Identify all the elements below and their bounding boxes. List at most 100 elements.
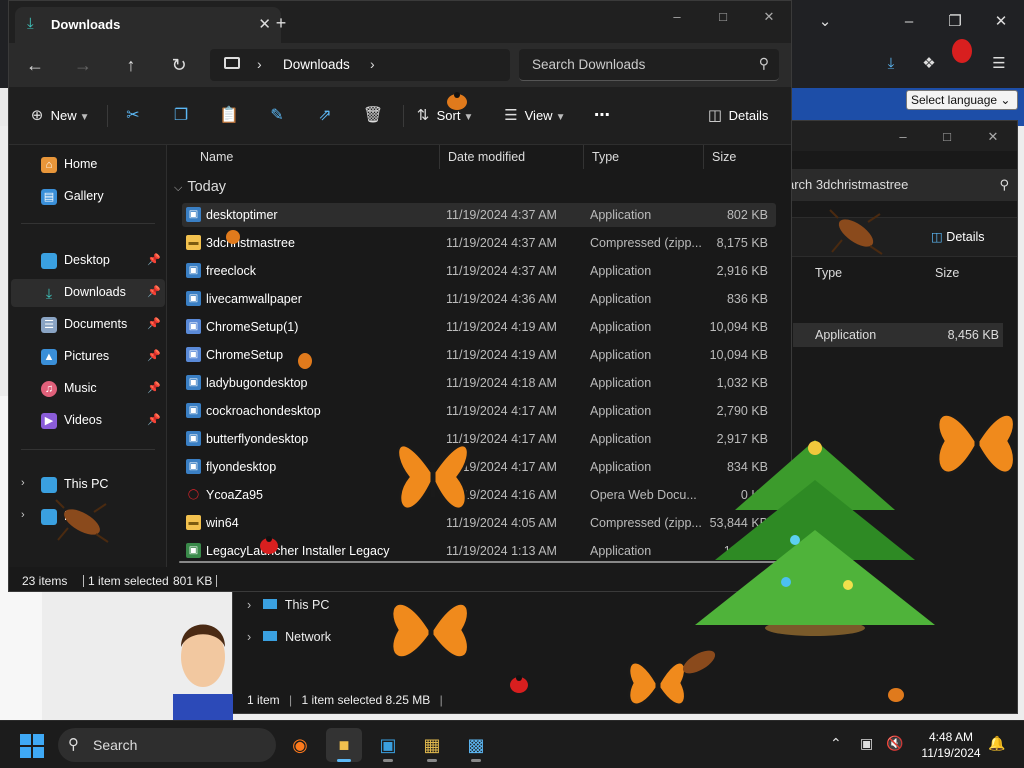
- up-icon[interactable]: ↑: [115, 51, 147, 79]
- column-header-size[interactable]: Size: [704, 145, 784, 169]
- more-options-icon[interactable]: ⋯: [590, 105, 614, 127]
- sidebar-item-this-pc[interactable]: › This PC: [11, 471, 165, 499]
- view-button[interactable]: ☰ View ▼: [501, 105, 565, 127]
- restore-icon[interactable]: ❐: [940, 8, 970, 36]
- column-header-size[interactable]: Size: [935, 266, 959, 286]
- details-button[interactable]: ◫ Details: [705, 105, 768, 127]
- breadcrumb[interactable]: Downloads: [283, 57, 350, 72]
- chevron-up-icon[interactable]: ⌃: [830, 735, 842, 752]
- back-icon[interactable]: ←: [19, 51, 51, 79]
- minimize-icon[interactable]: –: [657, 5, 697, 29]
- minimize-icon[interactable]: –: [894, 8, 924, 36]
- table-row[interactable]: ▣ butterflyondesktop 11/19/2024 4:17 AM App…: [182, 427, 776, 451]
- vertical-scrollbar[interactable]: [791, 161, 792, 371]
- table-row[interactable]: ▣ flyondesktop 11/19/2024 4:17 AM Applicati…: [182, 455, 776, 479]
- share-icon[interactable]: ⇗: [313, 105, 337, 127]
- sidebar-item-videos[interactable]: ▶ Videos 📌: [11, 407, 165, 435]
- notification-bell-icon[interactable]: 🔔: [988, 735, 1005, 752]
- firefox-icon[interactable]: ◉: [282, 728, 318, 762]
- details-button[interactable]: ◫ Details: [931, 229, 985, 244]
- download-icon[interactable]: ⤓: [876, 50, 906, 78]
- ladybug-image[interactable]: [296, 350, 314, 370]
- sidebar-item-pictures[interactable]: ▲ Pictures 📌: [11, 343, 165, 371]
- new-tab-button[interactable]: +: [269, 11, 293, 35]
- cut-icon[interactable]: ✂: [121, 105, 145, 127]
- column-header-date-modified[interactable]: Date modified: [440, 145, 584, 169]
- cockroach-image[interactable]: [54, 498, 110, 546]
- new-button[interactable]: ⊕ New ▼: [27, 105, 90, 127]
- pin-icon[interactable]: 📌: [147, 349, 161, 362]
- menu-icon[interactable]: ☰: [984, 50, 1014, 78]
- extensions-icon[interactable]: ❖: [914, 50, 944, 78]
- ladybug-image[interactable]: [508, 674, 530, 694]
- table-row[interactable]: ▣ freeclock 11/19/2024 4:37 AM Application 2…: [182, 259, 776, 283]
- close-icon[interactable]: ✕: [749, 5, 789, 29]
- ladybug-image[interactable]: [224, 228, 242, 246]
- cockroach-image[interactable]: [828, 208, 884, 258]
- search-input[interactable]: Search Downloads ⚲: [519, 49, 779, 81]
- language-select[interactable]: Select language ⌄: [906, 90, 1018, 110]
- table-row[interactable]: Application 8,456 KB: [793, 323, 1003, 347]
- pin-icon[interactable]: 📌: [147, 317, 161, 330]
- file-explorer-icon[interactable]: ■: [326, 728, 362, 762]
- sidebar-item-downloads[interactable]: ⤓ Downloads 📌: [11, 279, 165, 307]
- cockroach-image[interactable]: [674, 640, 724, 684]
- table-row[interactable]: ▣ desktoptimer 11/19/2024 4:37 AM Applicati…: [182, 203, 776, 227]
- chevron-right-icon[interactable]: ›: [21, 509, 25, 521]
- sidebar-item-home[interactable]: ⌂ Home: [11, 151, 165, 179]
- refresh-icon[interactable]: ↻: [163, 51, 195, 79]
- delete-icon[interactable]: 🗑: [361, 105, 385, 127]
- ladybug-image[interactable]: [950, 36, 974, 66]
- start-button[interactable]: [20, 734, 44, 758]
- sidebar-item-gallery[interactable]: ▤ Gallery: [11, 183, 165, 211]
- search-input[interactable]: arch 3dchristmastree ⚲: [781, 169, 1017, 201]
- system-clock[interactable]: 4:48 AM 11/19/2024: [918, 729, 984, 761]
- butterfly-image[interactable]: [382, 585, 478, 675]
- copy-icon[interactable]: ❐: [169, 105, 193, 127]
- chevron-right-icon[interactable]: ›: [21, 477, 25, 489]
- paste-icon[interactable]: 📋: [217, 105, 241, 127]
- close-icon[interactable]: ✕: [973, 125, 1013, 149]
- table-row[interactable]: ▣ ChromeSetup 11/19/2024 4:19 AM Applicatio…: [182, 343, 776, 367]
- sidebar-item-desktop[interactable]: Desktop 📌: [11, 247, 165, 275]
- pin-icon[interactable]: 📌: [147, 253, 161, 266]
- forward-icon[interactable]: →: [67, 51, 99, 79]
- butterfly-image[interactable]: [388, 422, 478, 532]
- tab-downloads[interactable]: ⤓ Downloads ✕: [15, 7, 281, 43]
- volume-muted-icon[interactable]: 🔇: [886, 735, 903, 752]
- group-header-today[interactable]: ⌵ Today: [174, 179, 226, 195]
- chevron-right-icon[interactable]: ›: [370, 56, 375, 72]
- butterfly-image[interactable]: [928, 396, 1024, 496]
- table-row[interactable]: ▣ cockroachondesktop 11/19/2024 4:17 AM App…: [182, 399, 776, 423]
- network-status-icon[interactable]: ▣: [860, 735, 873, 752]
- address-bar[interactable]: › Downloads ›: [210, 49, 510, 81]
- sidebar-item-this-pc[interactable]: › This PC: [247, 593, 329, 617]
- photos-app-icon[interactable]: ▦: [414, 728, 450, 762]
- maximize-icon[interactable]: □: [927, 125, 967, 149]
- taskbar-search[interactable]: ⚲ Search: [58, 728, 276, 762]
- sidebar-item-network[interactable]: › Network: [247, 625, 331, 649]
- chevron-right-icon[interactable]: ›: [257, 56, 262, 72]
- table-row[interactable]: ▣ ladybugondesktop 11/19/2024 4:18 AM Appli…: [182, 371, 776, 395]
- table-row[interactable]: ▣ livecamwallpaper 11/19/2024 4:36 AM Appli…: [182, 287, 776, 311]
- column-header-name[interactable]: Name: [192, 145, 440, 169]
- table-row[interactable]: ▬ 3dchristmastree 11/19/2024 4:37 AM Compre…: [182, 231, 776, 255]
- sidebar-item-music[interactable]: ♫ Music 📌: [11, 375, 165, 403]
- table-row[interactable]: ◯ YcoaZa95 11/19/2024 4:16 AM Opera Web Doc…: [182, 483, 776, 507]
- pin-icon[interactable]: 📌: [147, 413, 161, 426]
- installer-app-icon[interactable]: ▩: [458, 728, 494, 762]
- app-icon[interactable]: ▣: [370, 728, 406, 762]
- ladybug-image[interactable]: [886, 686, 906, 704]
- minimize-icon[interactable]: –: [883, 125, 923, 149]
- chevron-down-icon[interactable]: ⌄: [810, 8, 840, 36]
- christmas-tree-image[interactable]: [690, 440, 940, 640]
- ladybug-image[interactable]: [444, 90, 470, 112]
- pin-icon[interactable]: 📌: [147, 285, 161, 298]
- column-header-type[interactable]: Type: [584, 145, 704, 169]
- sidebar-item-documents[interactable]: ☰ Documents 📌: [11, 311, 165, 339]
- column-header-type[interactable]: Type: [815, 266, 842, 286]
- ladybug-image[interactable]: [258, 535, 280, 555]
- maximize-icon[interactable]: □: [703, 5, 743, 29]
- table-row[interactable]: ▬ win64 11/19/2024 4:05 AM Compressed (zipp…: [182, 511, 776, 535]
- pin-icon[interactable]: 📌: [147, 381, 161, 394]
